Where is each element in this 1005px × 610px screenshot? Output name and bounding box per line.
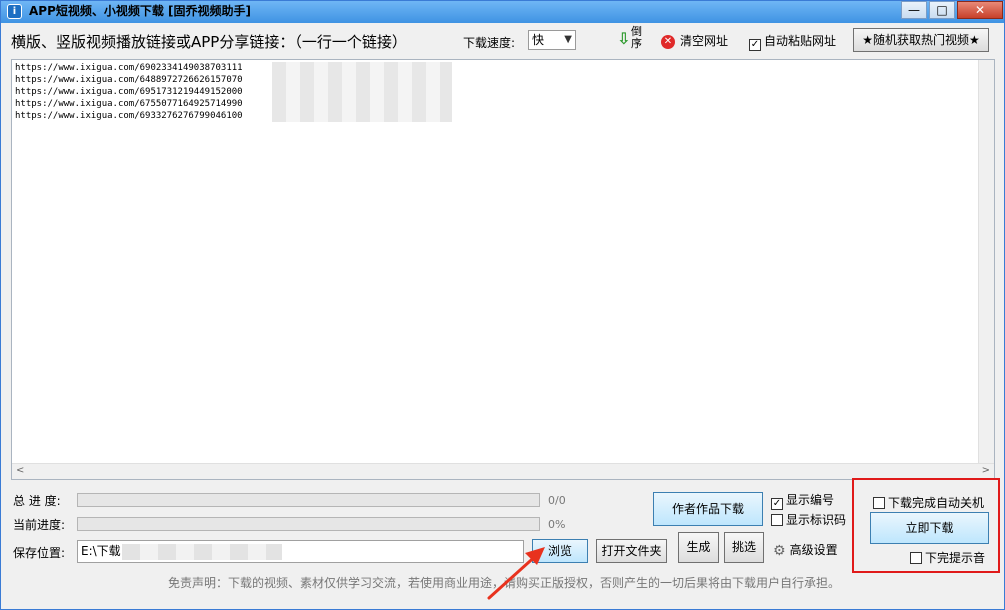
generate-button[interactable]: 生成 xyxy=(678,532,719,563)
show-number-label: 显示编号 xyxy=(786,493,835,507)
vertical-scrollbar[interactable] xyxy=(978,60,994,465)
advanced-settings-button[interactable]: ⚙ 高级设置 xyxy=(773,541,838,559)
url-line: https://www.ixigua.com/69332762767990461… xyxy=(15,111,243,121)
total-progress-label: 总 进 度: xyxy=(13,494,61,508)
url-line: https://www.ixigua.com/67550771649257149… xyxy=(15,99,243,109)
redacted-area xyxy=(272,62,452,122)
clear-urls-label: 清空网址 xyxy=(680,34,729,48)
pick-button[interactable]: 挑选 xyxy=(724,532,764,563)
author-works-download-button[interactable]: 作者作品下载 xyxy=(653,492,763,526)
auto-shutdown-checkbox[interactable]: 下载完成自动关机 xyxy=(873,494,984,511)
save-location-label: 保存位置: xyxy=(13,546,66,560)
current-progress-label: 当前进度: xyxy=(13,518,66,532)
window-title: APP短视频、小视频下载 [固乔视频助手] xyxy=(29,4,252,18)
url-line: https://www.ixigua.com/64889727266261570… xyxy=(15,75,243,85)
scroll-left-icon[interactable]: < xyxy=(16,465,24,476)
url-prompt-label: 横版、竖版视频播放链接或APP分享链接：（一行一个链接） xyxy=(11,33,407,51)
save-path-input[interactable]: E:\下载 xyxy=(77,540,524,563)
open-folder-button[interactable]: 打开文件夹 xyxy=(596,539,667,563)
show-mark-checkbox[interactable]: 显示标识码 xyxy=(771,511,846,528)
total-progress-value: 0/0 xyxy=(548,494,566,507)
title-bar[interactable]: i APP短视频、小视频下载 [固乔视频助手] — □ ✕ xyxy=(1,1,1004,23)
done-sound-checkbox[interactable]: 下完提示音 xyxy=(910,549,985,566)
close-button[interactable]: ✕ xyxy=(957,1,1003,19)
scroll-right-icon[interactable]: > xyxy=(982,465,990,476)
url-line: https://www.ixigua.com/69517312194491520… xyxy=(15,87,243,97)
clear-urls-button[interactable]: ✕ 清空网址 xyxy=(661,32,728,49)
reverse-order-button[interactable]: ⇩ 倒序 xyxy=(617,26,649,54)
current-progress-value: 0% xyxy=(548,518,566,531)
auto-shutdown-check-box[interactable] xyxy=(873,497,885,509)
gear-icon: ⚙ xyxy=(773,543,786,559)
save-path-value: E:\下载 xyxy=(81,544,121,558)
speed-value: 快 xyxy=(532,33,545,47)
url-textarea[interactable]: https://www.ixigua.com/69023341490387031… xyxy=(11,59,995,480)
advanced-settings-label: 高级设置 xyxy=(789,543,838,557)
maximize-button[interactable]: □ xyxy=(929,1,955,19)
redacted-path xyxy=(122,544,282,560)
random-hot-videos-button[interactable]: ★随机获取热门视频★ xyxy=(853,28,989,52)
url-list: https://www.ixigua.com/69023341490387031… xyxy=(15,62,243,122)
url-line: https://www.ixigua.com/69023341490387031… xyxy=(15,63,243,73)
chevron-down-icon: ▼ xyxy=(564,34,572,45)
show-number-checkbox[interactable]: ✓ 显示编号 xyxy=(771,491,834,510)
speed-label: 下载速度: xyxy=(463,36,516,50)
auto-paste-checkbox[interactable]: ✓ 自动粘贴网址 xyxy=(749,32,836,51)
auto-paste-label: 自动粘贴网址 xyxy=(764,34,837,48)
auto-paste-check-box[interactable]: ✓ xyxy=(749,39,761,51)
minimize-button[interactable]: — xyxy=(901,1,927,19)
app-icon: i xyxy=(7,4,22,19)
done-sound-label: 下完提示音 xyxy=(925,551,986,565)
clear-icon: ✕ xyxy=(661,34,675,49)
show-mark-label: 显示标识码 xyxy=(786,513,847,527)
horizontal-scrollbar[interactable]: < > xyxy=(12,463,994,479)
show-number-check-box[interactable]: ✓ xyxy=(771,498,783,510)
speed-select[interactable]: 快 ▼ xyxy=(528,30,576,50)
current-progress-bar xyxy=(77,517,540,531)
annotation-arrow-icon xyxy=(487,547,545,600)
download-now-button[interactable]: 立即下载 xyxy=(870,512,989,544)
down-arrow-icon: ⇩ xyxy=(617,29,631,48)
done-sound-check-box[interactable] xyxy=(910,552,922,564)
reverse-order-label: 倒序 xyxy=(631,25,642,50)
show-mark-check-box[interactable] xyxy=(771,514,783,526)
auto-shutdown-label: 下载完成自动关机 xyxy=(888,496,985,510)
app-window: i APP短视频、小视频下载 [固乔视频助手] — □ ✕ 横版、竖版视频播放链… xyxy=(0,0,1005,610)
total-progress-bar xyxy=(77,493,540,507)
